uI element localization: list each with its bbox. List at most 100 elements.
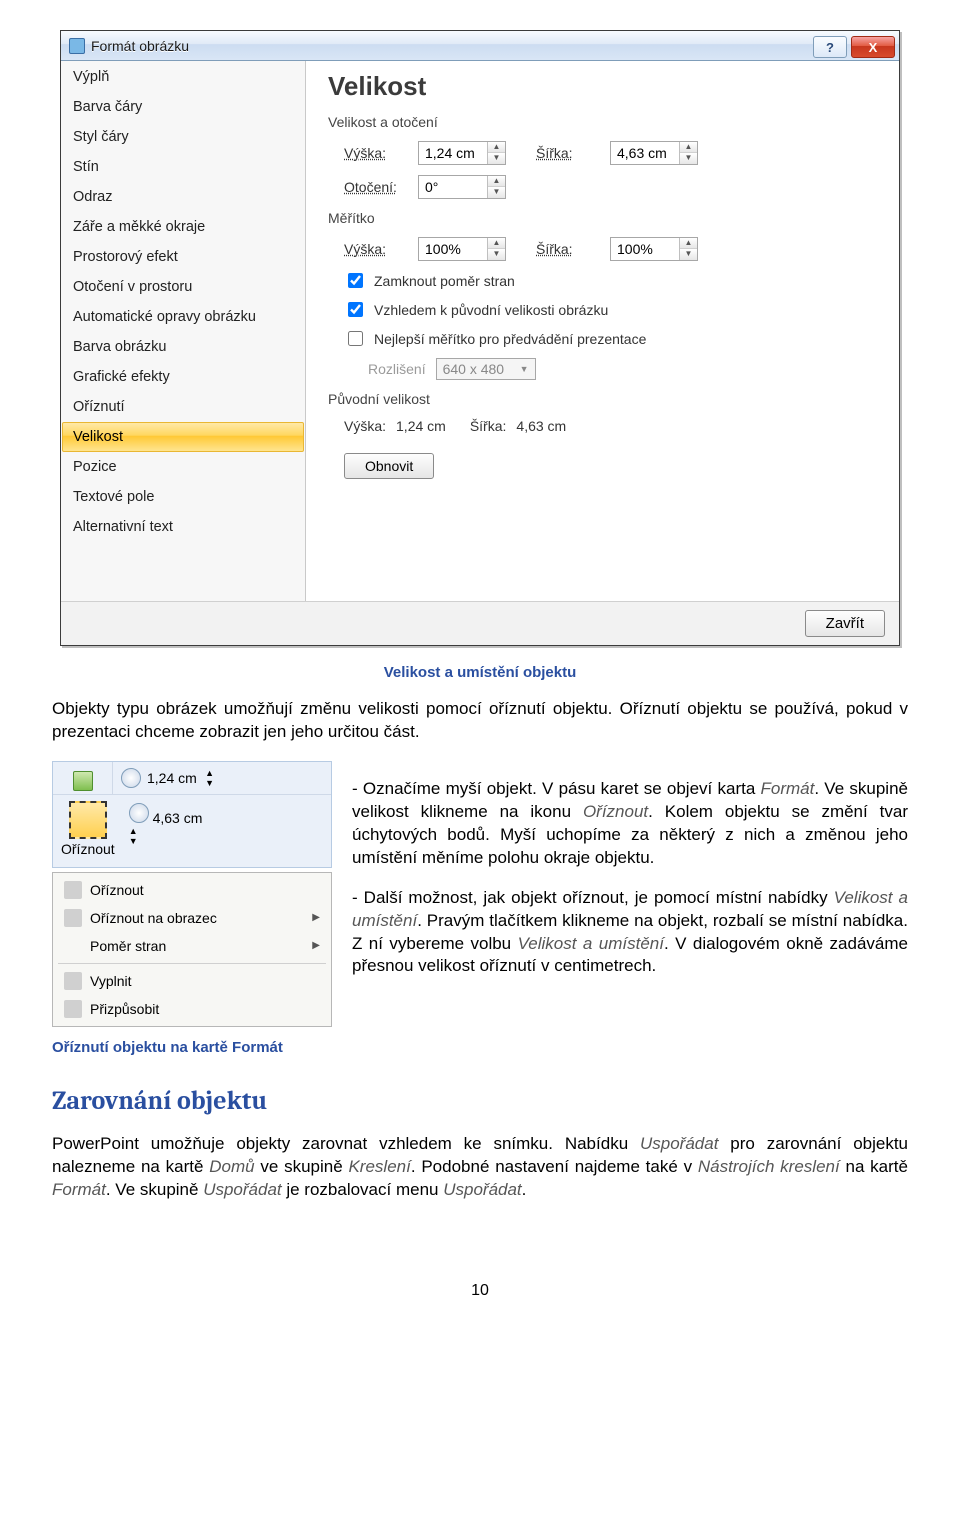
panel-heading: Velikost — [328, 71, 877, 102]
nav-item[interactable]: Barva obrázku — [62, 332, 304, 362]
best-scale-label: Nejlepší měřítko pro předvádění prezenta… — [374, 331, 646, 347]
best-scale-checkbox[interactable] — [348, 331, 363, 346]
shape-icon — [64, 909, 82, 927]
scale-width-input[interactable] — [611, 239, 679, 259]
app-icon — [69, 38, 85, 54]
figure-caption-1: Velikost a umístění objektu — [52, 664, 908, 681]
rotation-spinner[interactable]: ▲▼ — [418, 175, 506, 199]
help-button[interactable]: ? — [813, 36, 847, 58]
menu-item-crop-to-shape[interactable]: Oříznout na obrazec▶ — [56, 904, 328, 932]
height-input[interactable] — [419, 143, 487, 163]
group-original: Původní velikost — [328, 391, 877, 407]
figure-caption-2: Oříznutí objektu na kartě Formát — [52, 1039, 332, 1056]
nav-item[interactable]: Záře a měkké okraje — [62, 212, 304, 242]
nav-item[interactable]: Textové pole — [62, 482, 304, 512]
crop-label: Oříznout — [61, 841, 115, 857]
scale-height-spinner[interactable]: ▲▼ — [418, 237, 506, 261]
nav-item[interactable]: Velikost — [62, 422, 304, 452]
spin-down-icon[interactable]: ▼ — [488, 249, 505, 260]
spin-up-icon[interactable]: ▲ — [488, 142, 505, 153]
dialog-close-button[interactable]: Zavřít — [805, 610, 885, 637]
section-heading-zarovnani: Zarovnání objektu — [52, 1086, 908, 1116]
nav-item[interactable]: Otočení v prostoru — [62, 272, 304, 302]
spin-up-icon[interactable]: ▲ — [488, 238, 505, 249]
width-input[interactable] — [611, 143, 679, 163]
relative-original-row[interactable]: Vzhledem k původní velikosti obrázku — [344, 299, 877, 320]
orig-height-value: 1,24 cm — [396, 418, 446, 434]
rotation-label: Otočení: — [344, 179, 408, 195]
orig-height-label: Výška: — [344, 418, 386, 434]
nav-item[interactable]: Oříznutí — [62, 392, 304, 422]
spin-down-icon[interactable]: ▼ — [680, 153, 697, 164]
resolution-label: Rozlišení — [368, 361, 426, 377]
crop-icon[interactable] — [69, 801, 107, 839]
page-number: 10 — [52, 1282, 908, 1300]
nav-item[interactable]: Alternativní text — [62, 512, 304, 542]
dialog-titlebar: Formát obrázku ? X — [61, 31, 899, 61]
relative-original-checkbox[interactable] — [348, 302, 363, 317]
paragraph-3: - Další možnost, jak objekt oříznout, je… — [352, 887, 908, 979]
nav-item[interactable]: Odraz — [62, 182, 304, 212]
nav-item[interactable]: Barva čáry — [62, 92, 304, 122]
nav-item[interactable]: Grafické efekty — [62, 362, 304, 392]
width-label: Šířka: — [536, 145, 600, 161]
reset-button[interactable]: Obnovit — [344, 453, 434, 479]
ribbon-height: 1,24 cm — [147, 770, 197, 786]
nav-item[interactable]: Pozice — [62, 452, 304, 482]
best-scale-row[interactable]: Nejlepší měřítko pro předvádění prezenta… — [344, 328, 877, 349]
menu-item-fit[interactable]: Přizpůsobit — [56, 995, 328, 1023]
width-icon — [129, 803, 149, 823]
nav-item[interactable]: Stín — [62, 152, 304, 182]
spin-up-icon[interactable]: ▲ — [680, 142, 697, 153]
resolution-select: 640 x 480 ▼ — [436, 358, 536, 380]
lock-aspect-row[interactable]: Zamknout poměr stran — [344, 270, 877, 291]
paragraph-4: PowerPoint umožňuje objekty zarovnat vzh… — [52, 1133, 908, 1202]
menu-item-crop[interactable]: Oříznout — [56, 876, 328, 904]
fit-icon — [64, 1000, 82, 1018]
scale-height-label: Výška: — [344, 241, 408, 257]
orig-width-value: 4,63 cm — [516, 418, 566, 434]
spin-down-icon[interactable]: ▼ — [488, 153, 505, 164]
nav-item[interactable]: Styl čáry — [62, 122, 304, 152]
close-button[interactable]: X — [851, 36, 895, 58]
orig-width-label: Šířka: — [470, 418, 507, 434]
scale-width-label: Šířka: — [536, 241, 600, 257]
width-spinner[interactable]: ▲▼ — [610, 141, 698, 165]
group-scale: Měřítko — [328, 210, 877, 226]
chevron-right-icon: ▶ — [312, 912, 320, 923]
ribbon-width: 4,63 cm — [153, 810, 203, 826]
paragraph-1: Objekty typu obrázek umožňují změnu veli… — [52, 698, 908, 744]
spin-down-icon[interactable]: ▼ — [129, 836, 319, 846]
spin-down-icon[interactable]: ▼ — [488, 187, 505, 198]
spin-down-icon[interactable]: ▼ — [205, 778, 214, 788]
spin-down-icon[interactable]: ▼ — [680, 249, 697, 260]
lock-aspect-label: Zamknout poměr stran — [374, 273, 515, 289]
lock-aspect-checkbox[interactable] — [348, 273, 363, 288]
fill-icon — [64, 972, 82, 990]
spin-up-icon[interactable]: ▲ — [680, 238, 697, 249]
spin-up-icon[interactable]: ▲ — [129, 826, 319, 836]
rotation-input[interactable] — [419, 177, 487, 197]
paragraph-2: - Označíme myší objekt. V pásu karet se … — [352, 778, 908, 870]
spin-up-icon[interactable]: ▲ — [205, 768, 214, 778]
nav-item[interactable]: Výplň — [62, 62, 304, 92]
crop-icon — [64, 881, 82, 899]
height-icon — [121, 768, 141, 788]
relative-original-label: Vzhledem k původní velikosti obrázku — [374, 302, 608, 318]
picture-icon — [73, 771, 93, 791]
ribbon-snippet: 1,24 cm ▲▼ Oříznout 4,63 cm — [52, 761, 332, 868]
menu-item-aspect-ratio[interactable]: Poměr stran▶ — [56, 932, 328, 960]
nav-item[interactable]: Prostorový efekt — [62, 242, 304, 272]
dialog-title: Formát obrázku — [91, 38, 813, 54]
dialog-nav: VýplňBarva čáryStyl čáryStínOdrazZáře a … — [61, 61, 306, 601]
scale-height-input[interactable] — [419, 239, 487, 259]
format-picture-dialog: Formát obrázku ? X VýplňBarva čáryStyl č… — [60, 30, 900, 646]
height-spinner[interactable]: ▲▼ — [418, 141, 506, 165]
spin-up-icon[interactable]: ▲ — [488, 176, 505, 187]
chevron-right-icon: ▶ — [312, 940, 320, 951]
nav-item[interactable]: Automatické opravy obrázku — [62, 302, 304, 332]
menu-item-fill[interactable]: Vyplnit — [56, 967, 328, 995]
group-size-rotate: Velikost a otočení — [328, 114, 877, 130]
crop-menu: Oříznout Oříznout na obrazec▶ Poměr stra… — [52, 872, 332, 1027]
scale-width-spinner[interactable]: ▲▼ — [610, 237, 698, 261]
